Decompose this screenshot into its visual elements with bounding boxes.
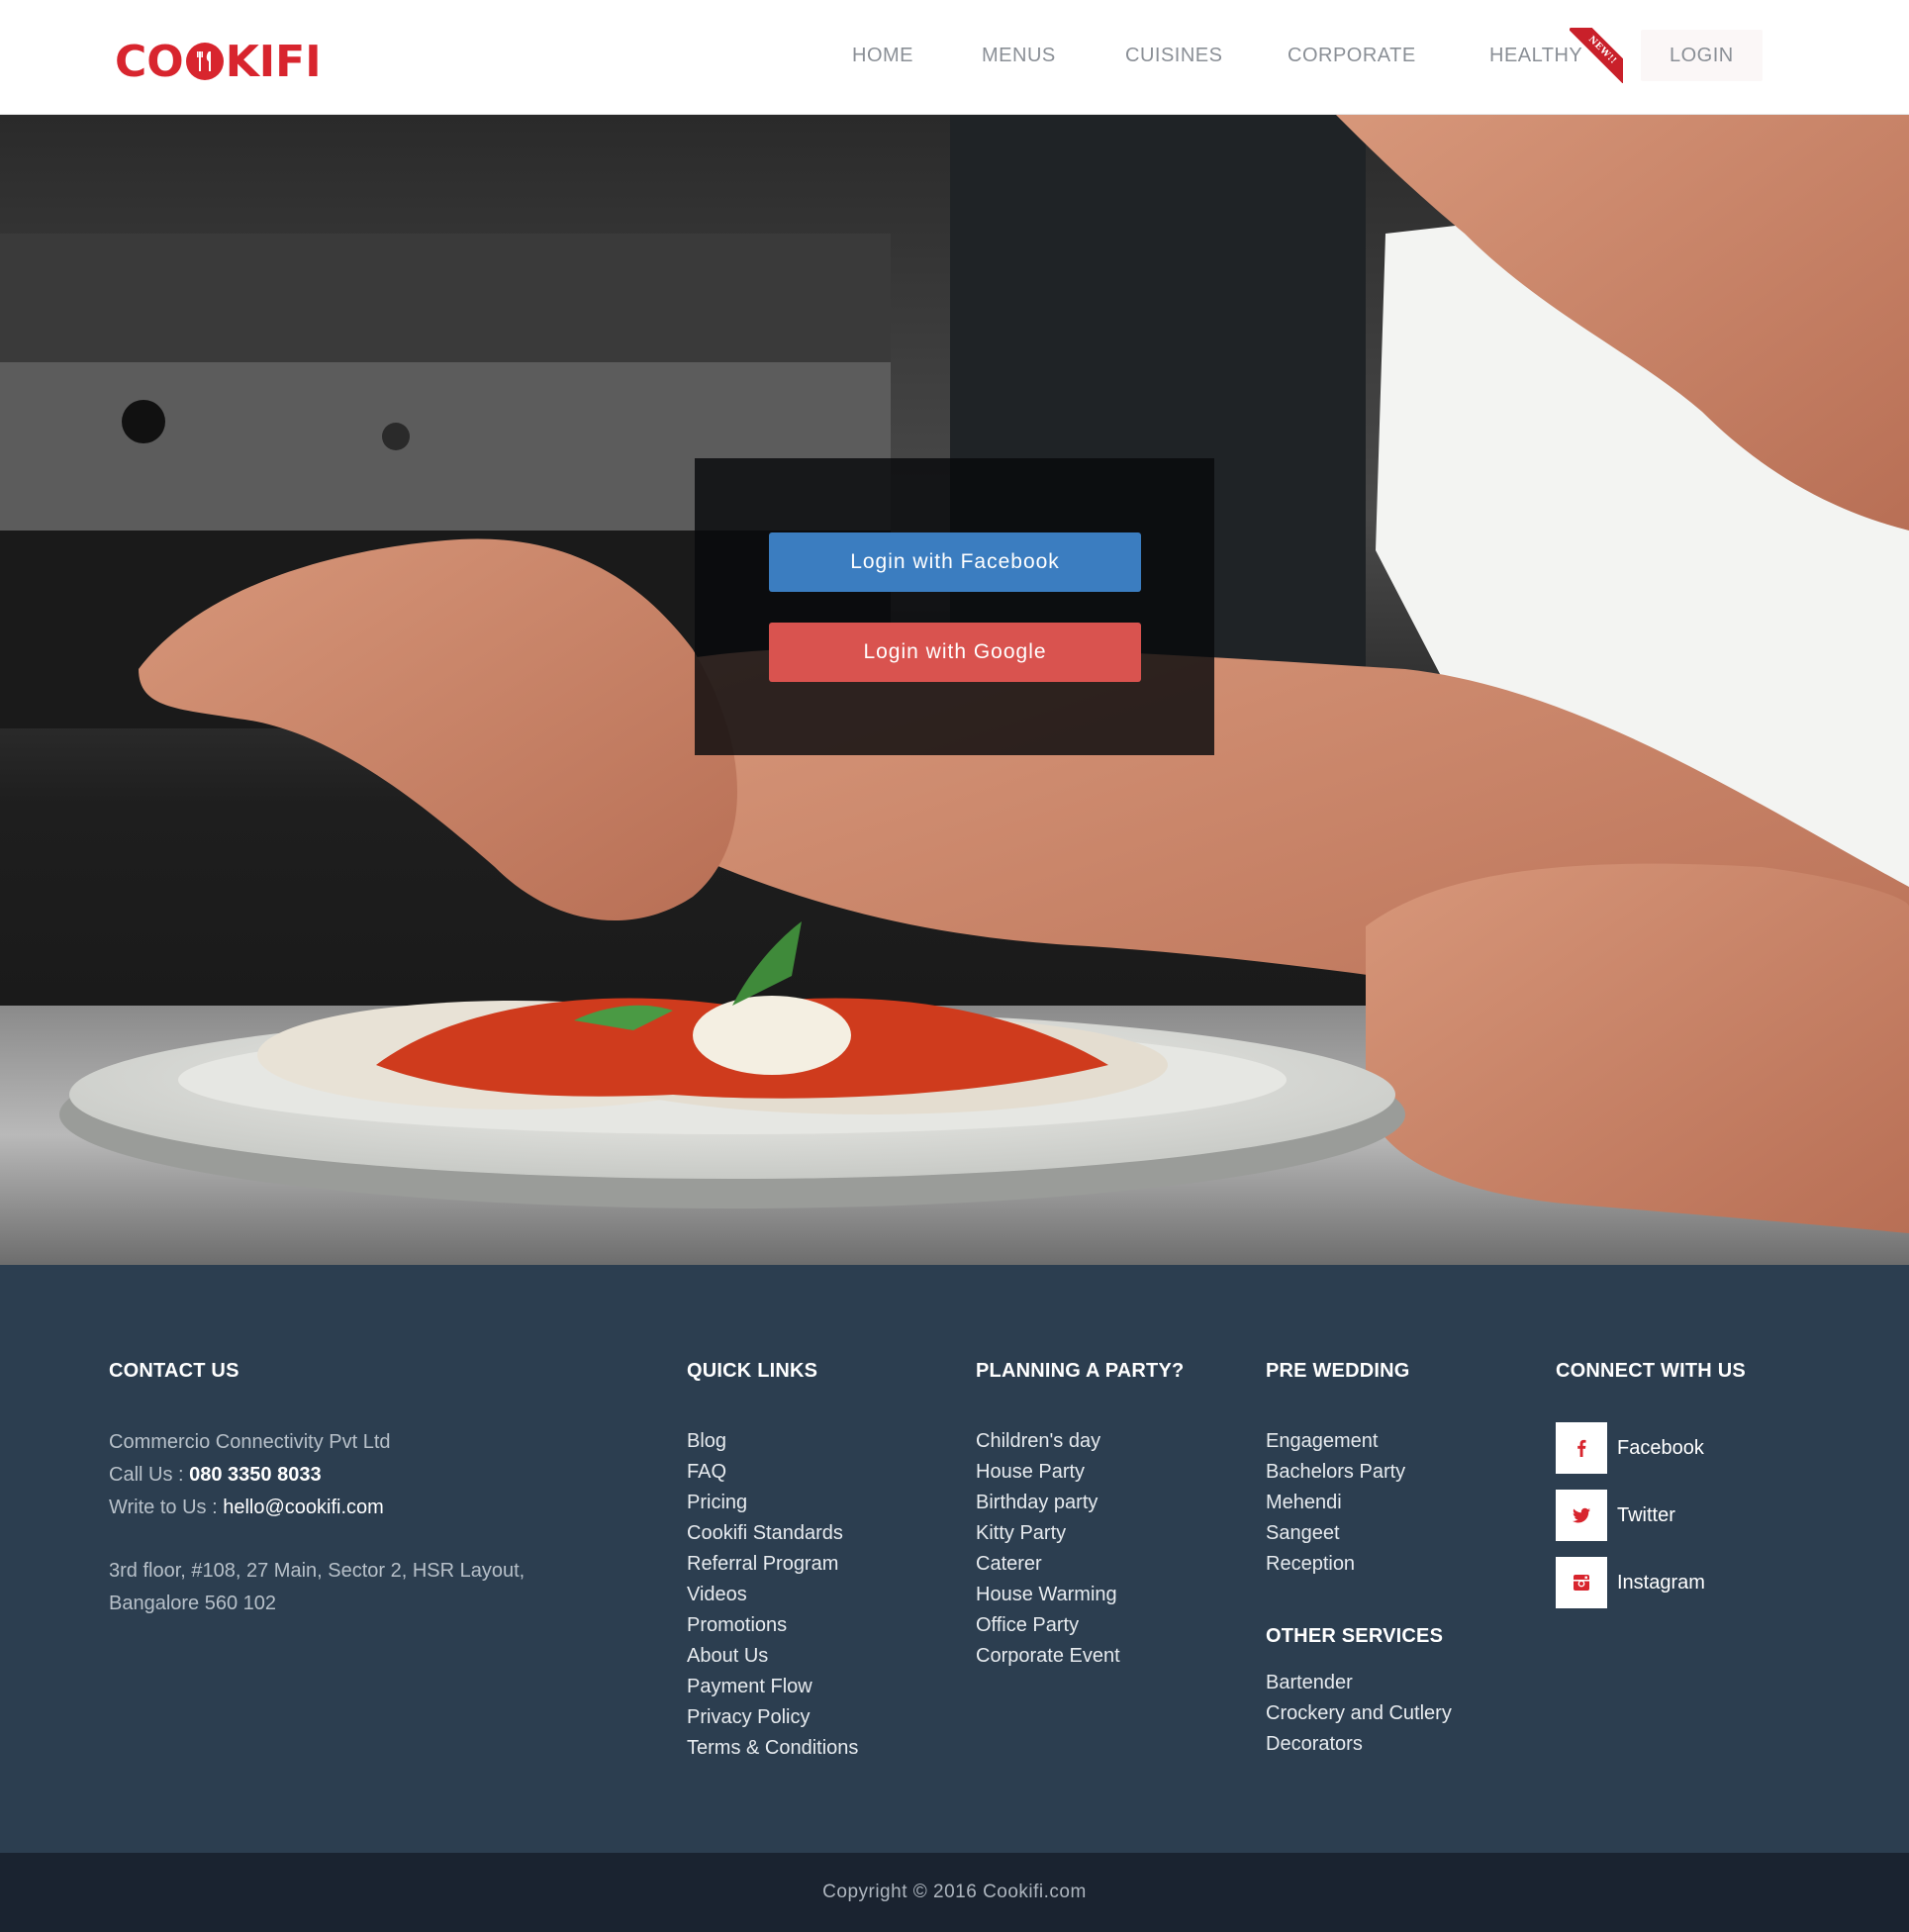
twitter-icon[interactable] xyxy=(1556,1490,1607,1541)
logo-suffix: KIFI xyxy=(225,36,322,87)
email-prefix: Write to Us : xyxy=(109,1497,224,1518)
party-house-party[interactable]: House Party xyxy=(976,1457,1184,1488)
address-line-2: Bangalore 560 102 xyxy=(109,1593,277,1614)
quick-link-videos[interactable]: Videos xyxy=(687,1580,858,1610)
pre-wedding-list: Engagement Bachelors Party Mehendi Sange… xyxy=(1266,1426,1452,1580)
party-childrens-day[interactable]: Children's day xyxy=(976,1426,1184,1457)
social-instagram[interactable]: Instagram xyxy=(1556,1557,1746,1608)
copyright-bar: Copyright © 2016 Cookifi.com xyxy=(0,1853,1909,1932)
nav-menus[interactable]: MENUS xyxy=(982,30,1056,81)
twitter-label[interactable]: Twitter xyxy=(1617,1504,1675,1527)
nav-cuisines[interactable]: CUISINES xyxy=(1125,30,1222,81)
party-birthday[interactable]: Birthday party xyxy=(976,1488,1184,1518)
copyright-text: Copyright © 2016 Cookifi.com xyxy=(822,1882,1087,1902)
hero-banner: Login with Facebook Login with Google xyxy=(0,115,1909,1265)
other-services-heading: OTHER SERVICES xyxy=(1266,1625,1444,1647)
social-facebook[interactable]: Facebook xyxy=(1556,1422,1746,1474)
planning-heading: PLANNING A PARTY? xyxy=(976,1360,1185,1382)
wedding-reception[interactable]: Reception xyxy=(1266,1549,1452,1580)
quick-link-referral[interactable]: Referral Program xyxy=(687,1549,858,1580)
quick-link-promotions[interactable]: Promotions xyxy=(687,1610,858,1641)
wedding-bachelors[interactable]: Bachelors Party xyxy=(1266,1457,1452,1488)
quick-links-column: QUICK LINKS Blog FAQ Pricing Cookifi Sta… xyxy=(687,1360,858,1764)
pre-wedding-heading: PRE WEDDING xyxy=(1266,1360,1410,1382)
other-services-list: Bartender Crockery and Cutlery Decorator… xyxy=(1266,1668,1452,1760)
service-bartender[interactable]: Bartender xyxy=(1266,1668,1452,1698)
wedding-engagement[interactable]: Engagement xyxy=(1266,1426,1452,1457)
login-panel: Login with Facebook Login with Google xyxy=(695,458,1214,755)
quick-links-list: Blog FAQ Pricing Cookifi Standards Refer… xyxy=(687,1426,858,1764)
nav-home[interactable]: HOME xyxy=(852,30,913,81)
social-twitter[interactable]: Twitter xyxy=(1556,1490,1746,1541)
pre-wedding-column: PRE WEDDING Engagement Bachelors Party M… xyxy=(1266,1360,1452,1760)
login-google-button[interactable]: Login with Google xyxy=(769,623,1141,682)
contact-column: CONTACT US Commercio Connectivity Pvt Lt… xyxy=(109,1360,525,1620)
contact-heading: CONTACT US xyxy=(109,1360,239,1382)
quick-link-payment-flow[interactable]: Payment Flow xyxy=(687,1672,858,1702)
login-facebook-button[interactable]: Login with Facebook xyxy=(769,532,1141,592)
service-decorators[interactable]: Decorators xyxy=(1266,1729,1452,1760)
logo-prefix: CO xyxy=(115,36,184,87)
wedding-sangeet[interactable]: Sangeet xyxy=(1266,1518,1452,1549)
party-caterer[interactable]: Caterer xyxy=(976,1549,1184,1580)
facebook-label[interactable]: Facebook xyxy=(1617,1437,1704,1460)
fork-knife-icon xyxy=(185,43,224,80)
quick-link-standards[interactable]: Cookifi Standards xyxy=(687,1518,858,1549)
nav-corporate[interactable]: CORPORATE xyxy=(1288,30,1416,81)
quick-link-about[interactable]: About Us xyxy=(687,1641,858,1672)
party-kitty[interactable]: Kitty Party xyxy=(976,1518,1184,1549)
quick-link-faq[interactable]: FAQ xyxy=(687,1457,858,1488)
site-header: CO KIFI HOME MENUS CUISINES CORPORATE HE… xyxy=(0,0,1909,115)
party-house-warming[interactable]: House Warming xyxy=(976,1580,1184,1610)
party-office[interactable]: Office Party xyxy=(976,1610,1184,1641)
planning-column: PLANNING A PARTY? Children's day House P… xyxy=(976,1360,1184,1672)
quick-link-terms[interactable]: Terms & Conditions xyxy=(687,1733,858,1764)
nav-login[interactable]: LOGIN xyxy=(1641,30,1763,81)
quick-link-privacy[interactable]: Privacy Policy xyxy=(687,1702,858,1733)
connect-column: CONNECT WITH US Facebook Twitter Instagr… xyxy=(1556,1360,1746,1624)
email-link[interactable]: hello@cookifi.com xyxy=(223,1497,384,1518)
phone-line: Call Us : 080 3350 8033 xyxy=(109,1459,525,1492)
phone-prefix: Call Us : xyxy=(109,1464,190,1486)
party-corporate-event[interactable]: Corporate Event xyxy=(976,1641,1184,1672)
company-name: Commercio Connectivity Pvt Ltd xyxy=(109,1431,391,1453)
quick-link-blog[interactable]: Blog xyxy=(687,1426,858,1457)
wedding-mehendi[interactable]: Mehendi xyxy=(1266,1488,1452,1518)
new-ribbon-label: NEW!! xyxy=(1570,28,1623,83)
instagram-label[interactable]: Instagram xyxy=(1617,1572,1705,1594)
quick-links-heading: QUICK LINKS xyxy=(687,1360,818,1382)
planning-list: Children's day House Party Birthday part… xyxy=(976,1426,1184,1672)
service-crockery[interactable]: Crockery and Cutlery xyxy=(1266,1698,1452,1729)
site-footer: CONTACT US Commercio Connectivity Pvt Lt… xyxy=(0,1265,1909,1853)
cookifi-logo[interactable]: CO KIFI xyxy=(115,36,322,87)
quick-link-pricing[interactable]: Pricing xyxy=(687,1488,858,1518)
email-line: Write to Us : hello@cookifi.com xyxy=(109,1492,525,1524)
facebook-icon[interactable] xyxy=(1556,1422,1607,1474)
new-ribbon: NEW!! xyxy=(1570,28,1623,83)
instagram-icon[interactable] xyxy=(1556,1557,1607,1608)
connect-heading: CONNECT WITH US xyxy=(1556,1360,1746,1382)
phone-number[interactable]: 080 3350 8033 xyxy=(189,1464,321,1486)
address-line-1: 3rd floor, #108, 27 Main, Sector 2, HSR … xyxy=(109,1560,525,1582)
